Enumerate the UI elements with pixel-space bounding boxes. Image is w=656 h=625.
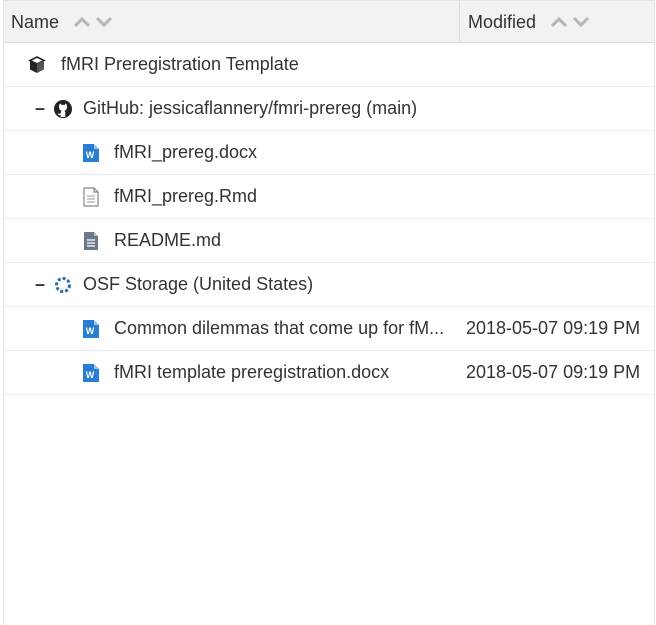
- github-addon-label[interactable]: GitHub: jessicaflannery/fmri-prereg (mai…: [83, 98, 417, 119]
- name-cell: fMRI Preregistration Template: [27, 43, 299, 86]
- tree-row-osf-storage[interactable]: – OSF Storage (United States): [4, 263, 654, 307]
- svg-text:W: W: [86, 370, 95, 380]
- tree-row-file[interactable]: W fMRI_prereg.docx: [4, 131, 654, 175]
- modified-date: 2018-05-07 09:19 PM: [466, 362, 641, 382]
- name-cell: fMRI_prereg.Rmd: [81, 175, 257, 218]
- tree-row-file[interactable]: W fMRI template preregistration.docx 201…: [4, 351, 654, 395]
- tree-row-project[interactable]: fMRI Preregistration Template: [4, 43, 654, 87]
- tree-row-github[interactable]: – GitHub: jessicaflannery/fmri-prereg (m…: [4, 87, 654, 131]
- name-cell: W fMRI template preregistration.docx: [81, 351, 389, 394]
- file-name[interactable]: README.md: [114, 230, 221, 251]
- grid-header: Name Modified: [4, 0, 654, 43]
- name-column-title: Name: [11, 11, 60, 32]
- sort-ascending-icon[interactable]: [550, 16, 568, 28]
- tree-row-file[interactable]: README.md: [4, 219, 654, 263]
- modified-date: 2018-05-07 09:19 PM: [466, 318, 641, 338]
- word-file-icon: W: [81, 319, 101, 339]
- github-icon: [53, 99, 73, 119]
- name-column-header[interactable]: Name: [4, 1, 460, 43]
- tree-row-file[interactable]: fMRI_prereg.Rmd: [4, 175, 654, 219]
- collapse-toggle[interactable]: –: [35, 98, 49, 119]
- osf-storage-label[interactable]: OSF Storage (United States): [83, 274, 313, 295]
- modified-column-header[interactable]: Modified: [461, 1, 656, 43]
- file-tree-grid: Name Modified fMRI Preregistration Templ…: [3, 0, 655, 625]
- svg-text:W: W: [86, 326, 95, 336]
- file-name[interactable]: fMRI template preregistration.docx: [114, 362, 389, 383]
- sort-descending-icon[interactable]: [95, 16, 113, 28]
- markdown-file-icon: [81, 231, 101, 251]
- collapse-toggle[interactable]: –: [35, 274, 49, 295]
- modified-sort-controls: [550, 16, 590, 28]
- name-cell: – OSF Storage (United States): [35, 263, 313, 306]
- tree-row-file[interactable]: W Common dilemmas that come up for fM...…: [4, 307, 654, 351]
- svg-text:W: W: [86, 150, 95, 160]
- file-name[interactable]: Common dilemmas that come up for fM...: [114, 318, 444, 339]
- modified-column-title: Modified: [468, 11, 537, 32]
- word-file-icon: W: [81, 143, 101, 163]
- project-cube-icon: [27, 55, 47, 75]
- name-sort-controls: [73, 16, 113, 28]
- sort-ascending-icon[interactable]: [73, 16, 91, 28]
- text-file-icon: [81, 186, 101, 207]
- word-file-icon: W: [81, 363, 101, 383]
- osf-storage-icon: [53, 275, 73, 295]
- name-cell: – GitHub: jessicaflannery/fmri-prereg (m…: [35, 87, 417, 130]
- name-cell: W fMRI_prereg.docx: [81, 131, 257, 174]
- file-name[interactable]: fMRI_prereg.Rmd: [114, 186, 257, 207]
- file-name[interactable]: fMRI_prereg.docx: [114, 142, 257, 163]
- sort-descending-icon[interactable]: [572, 16, 590, 28]
- project-title[interactable]: fMRI Preregistration Template: [61, 54, 299, 75]
- name-cell: README.md: [81, 219, 221, 262]
- name-cell: W Common dilemmas that come up for fM...: [81, 307, 444, 350]
